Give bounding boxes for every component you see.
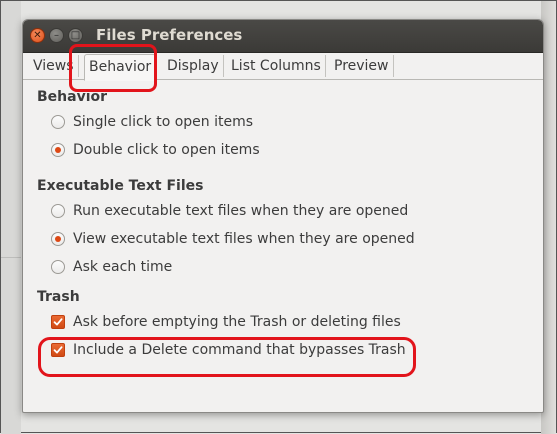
ask-each-time-option[interactable]: Ask each time xyxy=(51,258,172,276)
preferences-window: ✕ – □ Files Preferences Views Behavior D… xyxy=(22,19,544,413)
single-click-option[interactable]: Single click to open items xyxy=(51,113,253,131)
include-delete-label: Include a Delete command that bypasses T… xyxy=(73,342,406,358)
behavior-heading: Behavior xyxy=(37,89,108,105)
ask-before-emptying-checkbox[interactable] xyxy=(51,315,65,329)
view-executable-option[interactable]: View executable text files when they are… xyxy=(51,230,415,248)
close-icon: ✕ xyxy=(33,29,42,41)
double-click-option[interactable]: Double click to open items xyxy=(51,141,260,159)
minimize-icon: – xyxy=(54,29,59,41)
double-click-radio[interactable] xyxy=(51,143,65,157)
tab-display[interactable]: Display xyxy=(163,55,224,77)
window-title: Files Preferences xyxy=(96,26,243,44)
single-click-label: Single click to open items xyxy=(73,114,254,130)
checkmark-icon xyxy=(53,346,63,354)
maximize-icon: □ xyxy=(70,29,81,41)
run-executable-radio[interactable] xyxy=(51,204,65,218)
titlebar[interactable]: ✕ – □ Files Preferences xyxy=(23,20,543,53)
single-click-radio[interactable] xyxy=(51,115,65,129)
executable-heading: Executable Text Files xyxy=(37,178,204,194)
close-button[interactable]: ✕ xyxy=(30,28,45,43)
view-executable-radio[interactable] xyxy=(51,232,65,246)
tab-preview[interactable]: Preview xyxy=(330,55,394,77)
tab-behavior[interactable]: Behavior xyxy=(84,54,157,81)
ask-before-emptying-option[interactable]: Ask before emptying the Trash or deletin… xyxy=(51,313,401,331)
run-executable-option[interactable]: Run executable text files when they are … xyxy=(51,202,408,220)
checkmark-icon xyxy=(53,318,63,326)
ask-before-emptying-label: Ask before emptying the Trash or deletin… xyxy=(73,314,401,330)
background-divider xyxy=(1,257,21,258)
run-executable-label: Run executable text files when they are … xyxy=(73,203,409,219)
ask-each-time-label: Ask each time xyxy=(73,259,173,275)
include-delete-checkbox[interactable] xyxy=(51,343,65,357)
background-desktop-left xyxy=(1,1,21,434)
tab-views[interactable]: Views xyxy=(29,55,79,77)
double-click-label: Double click to open items xyxy=(73,142,260,158)
minimize-button[interactable]: – xyxy=(49,28,64,43)
maximize-button[interactable]: □ xyxy=(68,28,83,43)
ask-each-time-radio[interactable] xyxy=(51,260,65,274)
include-delete-option[interactable]: Include a Delete command that bypasses T… xyxy=(51,341,406,359)
tab-bar: Views Behavior Display List Columns Prev… xyxy=(23,53,543,81)
view-executable-label: View executable text files when they are… xyxy=(73,231,415,247)
trash-heading: Trash xyxy=(37,289,80,305)
tab-list-columns[interactable]: List Columns xyxy=(227,55,326,77)
